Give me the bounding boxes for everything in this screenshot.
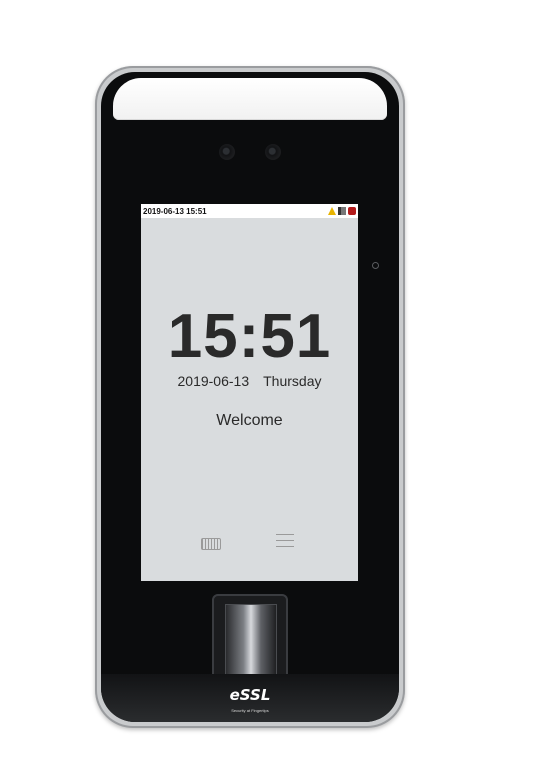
weekday-text: Thursday <box>263 373 322 389</box>
fingerprint-window <box>225 604 277 678</box>
keyboard-icon[interactable] <box>201 538 221 550</box>
menu-icon[interactable] <box>276 534 294 548</box>
camera-right-icon <box>265 144 281 160</box>
brand-logo: eSSL <box>229 686 271 704</box>
bottom-band: eSSL Security at Fingertips <box>101 674 399 722</box>
touch-screen[interactable]: 2019-06-13 15:51 15:51 2019-06-13 Thursda… <box>141 204 358 581</box>
status-bar: 2019-06-13 15:51 <box>141 204 358 218</box>
device-bezel: 2019-06-13 15:51 15:51 2019-06-13 Thursda… <box>101 72 399 722</box>
brand-tagline: Security at Fingertips <box>231 708 269 713</box>
proximity-sensor-icon <box>372 262 379 269</box>
clock-time: 15:51 <box>167 302 332 371</box>
network-icon <box>338 207 346 215</box>
light-bar <box>113 78 387 120</box>
date-line: 2019-06-13 Thursday <box>141 373 358 389</box>
date-text: 2019-06-13 <box>177 373 250 389</box>
biometric-terminal: 2019-06-13 15:51 15:51 2019-06-13 Thursda… <box>95 66 405 728</box>
status-datetime: 2019-06-13 15:51 <box>143 206 207 216</box>
camera-left-icon <box>219 144 235 160</box>
welcome-message: Welcome <box>216 412 283 429</box>
card-icon <box>348 207 356 215</box>
status-icons <box>328 207 356 215</box>
warning-icon <box>328 207 336 215</box>
